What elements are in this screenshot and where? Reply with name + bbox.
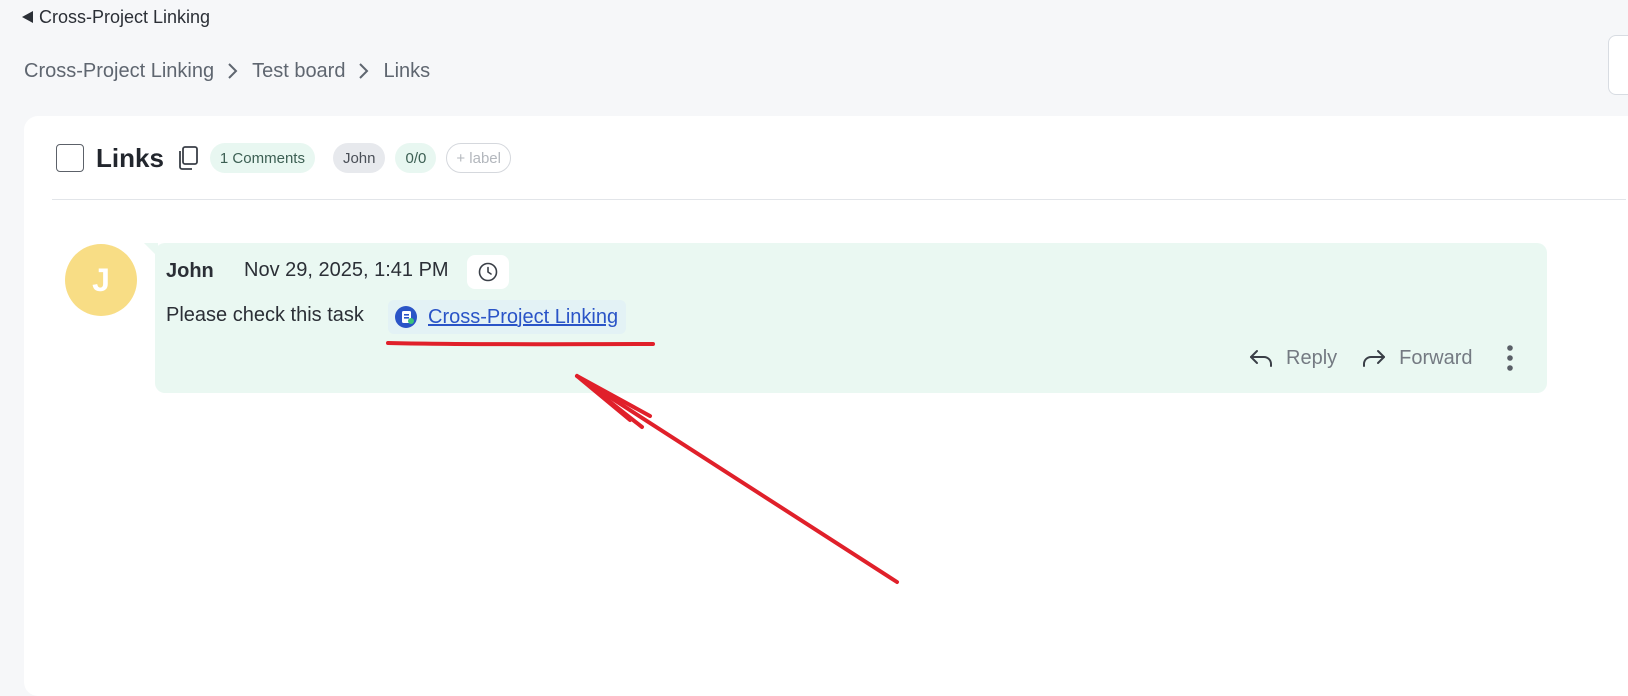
top-right-button[interactable]: [1608, 35, 1628, 95]
task-title: Links: [96, 142, 164, 173]
forward-button[interactable]: Forward: [1361, 346, 1473, 370]
assignee-badge[interactable]: John: [332, 143, 386, 173]
task-link-label: Cross-Project Linking: [428, 305, 619, 328]
back-triangle-icon: [22, 11, 33, 23]
reply-button[interactable]: Reply: [1248, 347, 1337, 370]
forward-icon: [1363, 350, 1386, 367]
breadcrumb: Cross-Project Linking Test board Links: [24, 56, 430, 86]
breadcrumb-project[interactable]: Cross-Project Linking: [24, 60, 214, 83]
chevron-right-icon: [359, 63, 369, 79]
history-button[interactable]: [467, 255, 509, 289]
comment-text: Please check this task: [166, 304, 364, 326]
comments-badge[interactable]: 1 Comments: [209, 143, 315, 173]
task-complete-checkbox[interactable]: [56, 144, 84, 172]
chevron-right-icon: [228, 63, 238, 79]
checklist-badge[interactable]: 0/0: [395, 143, 437, 173]
back-link[interactable]: Cross-Project Linking: [22, 6, 210, 28]
comment-author: John: [166, 260, 214, 282]
breadcrumb-current: Links: [383, 59, 431, 82]
more-vertical-icon[interactable]: [1505, 343, 1515, 373]
task-card: [24, 116, 1628, 696]
avatar: J: [65, 244, 137, 316]
comment-timestamp: Nov 29, 2025, 1:41 PM: [244, 259, 449, 281]
task-link[interactable]: Cross-Project Linking: [388, 300, 627, 334]
forward-label: Forward: [1399, 346, 1473, 369]
reply-icon: [1250, 350, 1272, 367]
comment-actions: Reply Forward: [1248, 340, 1515, 376]
task-header: Links 1 Comments John 0/0 + label: [56, 140, 511, 176]
back-link-label: Cross-Project Linking: [39, 6, 211, 27]
copy-icon[interactable]: [176, 145, 200, 171]
add-label-button[interactable]: + label: [446, 143, 511, 173]
project-icon: [395, 306, 417, 328]
clock-icon: [478, 262, 498, 282]
divider: [52, 199, 1626, 200]
breadcrumb-board[interactable]: Test board: [252, 60, 345, 83]
reply-label: Reply: [1286, 346, 1338, 369]
